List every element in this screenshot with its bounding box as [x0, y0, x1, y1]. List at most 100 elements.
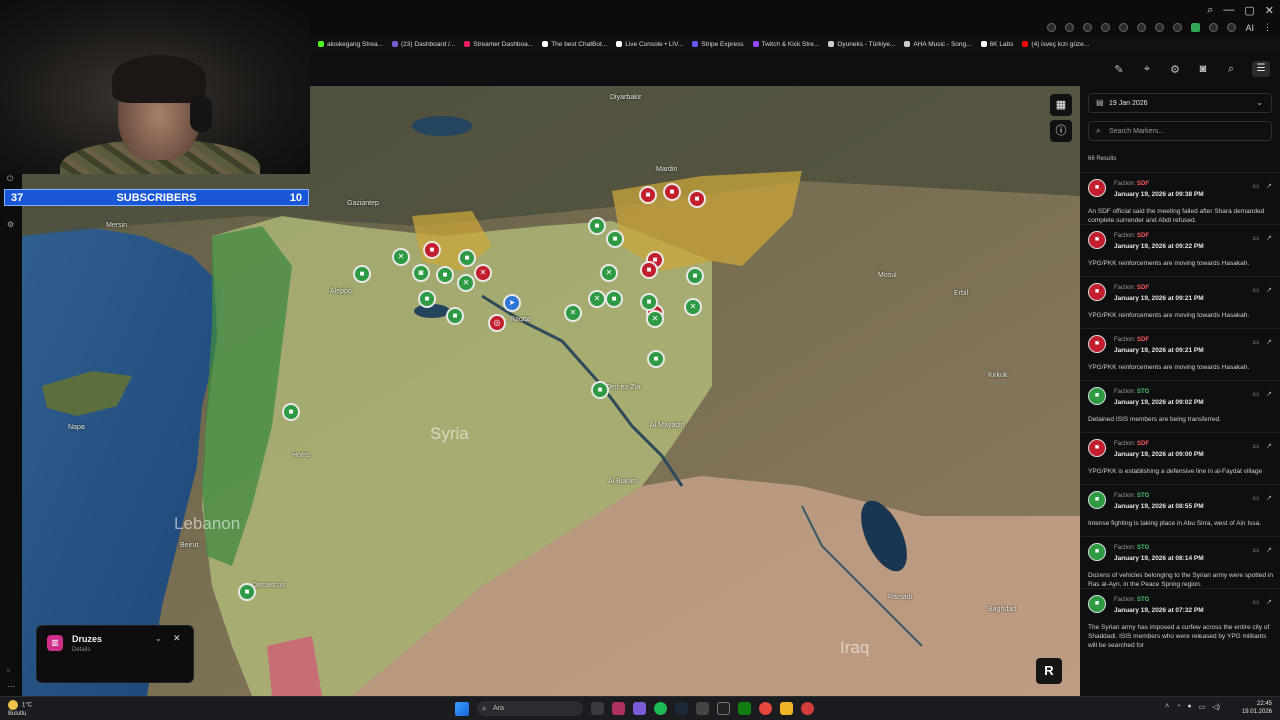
bookmark-item[interactable]: Streamer Dashboa... — [464, 41, 533, 48]
extension-icon[interactable] — [1173, 23, 1183, 32]
app-icon[interactable] — [801, 702, 814, 715]
extension-icon[interactable] — [1047, 23, 1057, 32]
extension-icon[interactable] — [1191, 23, 1201, 32]
date-selector[interactable]: ▤ 19 Jan 2026 ⌄ — [1088, 93, 1272, 113]
druzes-details-link[interactable]: Details — [72, 647, 90, 653]
shield-icon[interactable] — [1083, 23, 1093, 32]
stg-marker[interactable]: ✕ — [588, 290, 606, 308]
minimize-button[interactable]: — — [1223, 4, 1234, 17]
info-button[interactable]: ⓘ — [1050, 120, 1072, 142]
settings-icon[interactable]: ⚙ — [7, 220, 14, 229]
kebab-menu-icon[interactable]: ⋮ — [1263, 22, 1272, 33]
menu-button[interactable]: ☰ — [1252, 61, 1270, 77]
marker-entry[interactable]: ■ Faction: SDF January 19, 2026 at 09:00 P… — [1080, 432, 1280, 484]
task-view-icon[interactable] — [591, 702, 604, 715]
marker-entry[interactable]: ■ Faction: STG January 19, 2026 at 09:02 P… — [1080, 380, 1280, 432]
search-icon[interactable]: ⌕ — [1224, 63, 1238, 76]
bookmark-item[interactable]: The best ChatBot... — [542, 41, 607, 48]
extension-icon[interactable] — [1101, 23, 1111, 32]
more-icon[interactable]: ⋯ — [7, 682, 15, 691]
video-icon[interactable]: ▭ — [1253, 598, 1260, 606]
stg-marker[interactable]: ✕ — [392, 248, 410, 266]
stg-marker[interactable]: ✕ — [457, 274, 475, 292]
start-button[interactable] — [455, 701, 469, 716]
sdf-marker[interactable]: ■ — [423, 241, 441, 259]
external-link-icon[interactable]: ↗ — [1266, 182, 1272, 190]
draw-icon[interactable]: ✎ — [1112, 63, 1126, 76]
marker-entry[interactable]: ■ Faction: SDF January 19, 2026 at 09:21 P… — [1080, 276, 1280, 328]
extension-icon[interactable] — [1065, 23, 1075, 32]
bookmark-item[interactable]: Twitch & Kick Stre... — [752, 41, 819, 48]
taskbar-search[interactable]: ⌕ Ara — [477, 701, 583, 716]
xbox-icon[interactable] — [738, 702, 751, 715]
marker-entry[interactable]: ■ Faction: SDF January 19, 2026 at 09:22 P… — [1080, 224, 1280, 276]
external-link-icon[interactable]: ↗ — [1266, 338, 1272, 346]
sdf-marker[interactable]: ■ — [639, 186, 657, 204]
map-layers-button[interactable]: ▦ — [1050, 94, 1072, 116]
sdf-marker[interactable]: ■ — [688, 190, 706, 208]
stg-marker[interactable]: ■ — [436, 266, 454, 284]
marker-entry[interactable]: ■ Faction: STG January 19, 2026 at 08:55 P… — [1080, 484, 1280, 536]
gx-icon[interactable]: ▫ — [7, 666, 10, 675]
marker-search-input[interactable]: ⌕ Search Markers... — [1088, 121, 1272, 141]
stg-marker[interactable]: ✕ — [600, 264, 618, 282]
display-icon[interactable]: ▭ — [1199, 703, 1206, 711]
opera-gx-icon[interactable] — [612, 702, 625, 715]
bookmark-item[interactable]: (4) isveç kızı güze... — [1022, 41, 1089, 48]
video-icon[interactable]: ▭ — [1253, 286, 1260, 294]
stg-marker[interactable]: ■ — [446, 307, 464, 325]
search-icon[interactable]: ⌕ — [1207, 4, 1213, 17]
stg-marker[interactable]: ■ — [238, 583, 256, 601]
external-link-icon[interactable]: ↗ — [1266, 494, 1272, 502]
external-link-icon[interactable]: ↗ — [1266, 390, 1272, 398]
video-icon[interactable]: ▭ — [1253, 546, 1260, 554]
external-link-icon[interactable]: ↗ — [1266, 546, 1272, 554]
ai-extension-label[interactable]: AI — [1245, 23, 1254, 33]
stg-marker[interactable]: ■ — [282, 403, 300, 421]
bookmark-item[interactable]: 6K Labs — [980, 41, 1013, 48]
current-location-marker[interactable]: ➤ — [503, 294, 521, 312]
weather-widget[interactable]: 1°C Bulutlu — [8, 700, 32, 718]
external-link-icon[interactable]: ↗ — [1266, 598, 1272, 606]
volume-icon[interactable]: ◁) — [1212, 703, 1220, 711]
stg-marker[interactable]: ✕ — [684, 298, 702, 316]
extension-icon[interactable] — [1137, 23, 1147, 32]
marker-entry[interactable]: ■ Faction: STG January 19, 2026 at 07:32 P… — [1080, 588, 1280, 649]
sdf-marker[interactable]: ◎ — [488, 314, 506, 332]
bookmark-item[interactable]: AHA Music - Song... — [904, 41, 972, 48]
app-icon[interactable] — [717, 702, 730, 715]
video-icon[interactable]: ▭ — [1253, 182, 1260, 190]
stg-marker[interactable]: ■ — [647, 350, 665, 368]
chevron-up-icon[interactable]: ˄ — [1165, 703, 1169, 711]
stg-marker[interactable]: ■ — [588, 217, 606, 235]
video-icon[interactable]: ▭ — [1253, 494, 1260, 502]
close-icon[interactable]: ✕ — [173, 633, 181, 644]
camera-icon[interactable]: ◙ — [1196, 63, 1210, 75]
spotify-icon[interactable] — [654, 702, 667, 715]
extension-icon[interactable] — [1227, 23, 1237, 32]
sdf-marker[interactable]: ✕ — [474, 264, 492, 282]
stg-marker[interactable]: ■ — [686, 267, 704, 285]
taskbar-clock[interactable]: 22:45 19.01.2026 — [1242, 700, 1272, 716]
chrome-icon[interactable] — [759, 702, 772, 715]
extension-icon[interactable] — [1119, 23, 1129, 32]
external-link-icon[interactable]: ↗ — [1266, 442, 1272, 450]
network-icon[interactable]: ◔ — [1176, 703, 1180, 711]
folder-icon[interactable] — [780, 702, 793, 715]
discord-icon[interactable] — [633, 702, 646, 715]
video-icon[interactable]: ▭ — [1253, 442, 1260, 450]
marker-entry[interactable]: ■ Faction: SDF January 19, 2026 at 09:38 P… — [1080, 172, 1280, 224]
bookmark-item[interactable]: aloskegang Strea... — [318, 41, 383, 48]
steam-icon[interactable] — [675, 702, 688, 715]
chevron-down-icon[interactable]: ⌄ — [155, 634, 162, 643]
extension-icon[interactable] — [1155, 23, 1165, 32]
bookmark-item[interactable]: Oyuneks - Türkiye... — [828, 41, 895, 48]
app-icon[interactable] — [696, 702, 709, 715]
settings-icon[interactable]: ⚙ — [1168, 63, 1182, 76]
stg-marker[interactable]: ✕ — [564, 304, 582, 322]
stg-marker[interactable]: ■ — [418, 290, 436, 308]
stg-marker[interactable]: ■ — [353, 265, 371, 283]
druzes-card[interactable]: ▥ Druzes Details ⌄ ✕ — [36, 625, 194, 683]
marker-entry[interactable]: ■ Faction: STG January 19, 2026 at 08:14 P… — [1080, 536, 1280, 588]
map-view[interactable]: Gaziantep Aleppo Raqqa Homs Syria Al Bukam Leb… — [22, 86, 1080, 696]
